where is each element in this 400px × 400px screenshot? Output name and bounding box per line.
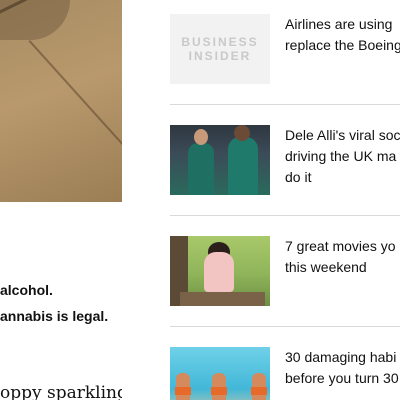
business-insider-logo[interactable]: BUSINESS INSIDER [170,14,270,84]
movie-scene-thumbnail[interactable] [170,236,270,306]
related-story-title[interactable]: Airlines are using [285,14,400,35]
related-story-title[interactable]: 7 great movies yo [285,236,400,257]
related-story-title[interactable]: Dele Alli's viral soc [285,125,400,146]
article-text-line: annabis is legal. [0,308,109,324]
article-text-line: alcohol. [0,282,53,298]
article-hero-image [0,0,122,202]
soccer-players-thumbnail[interactable] [170,125,270,195]
article-body-line: oppy sparkling [0,383,122,400]
related-story-title[interactable]: before you turn 30 [285,368,400,389]
related-stories-list: BUSINESS INSIDER Airlines are using repl… [170,0,400,400]
divider [170,104,400,105]
related-story-title[interactable]: replace the Boeing [285,35,400,56]
divider [170,326,400,327]
related-story-title[interactable]: this weekend [285,257,400,278]
article-column: alcohol. annabis is legal. oppy sparklin… [0,0,122,400]
related-story-title[interactable]: driving the UK ma [285,146,400,167]
related-story-title[interactable]: 30 damaging habi [285,347,400,368]
divider [170,215,400,216]
related-story-title[interactable]: do it [285,167,400,188]
beach-people-thumbnail[interactable] [170,347,270,400]
